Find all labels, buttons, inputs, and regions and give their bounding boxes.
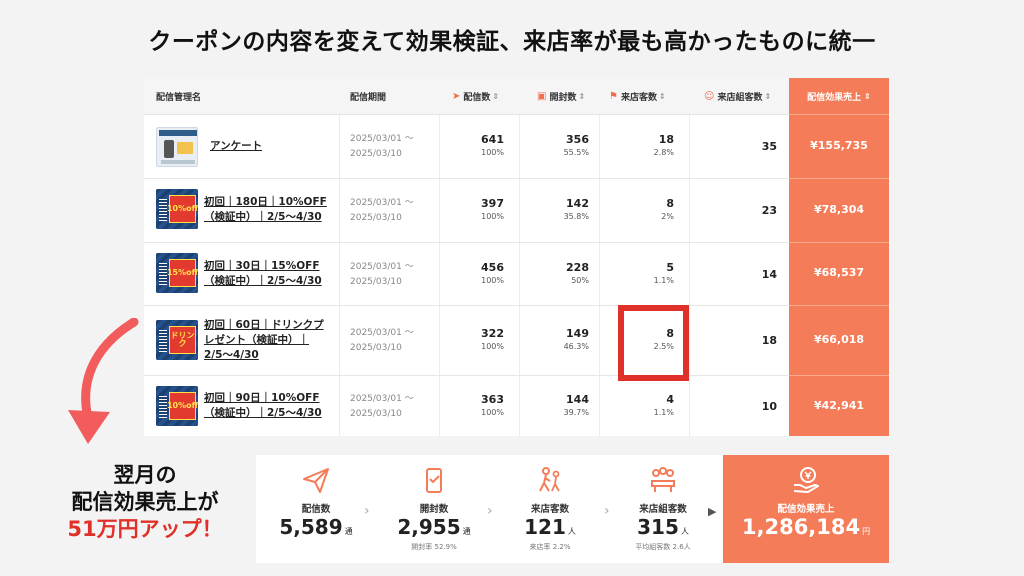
summary-sales: 配信効果売上 1,286,184 円: [723, 455, 889, 563]
chevron-right-icon: ›: [364, 503, 370, 519]
coupon-name-link[interactable]: 初回｜30日｜15%OFF （検証中）｜2/5〜4/30: [204, 259, 322, 289]
period: 2025/03/01 〜 2025/03/10: [350, 394, 414, 419]
header-visitors[interactable]: ⚑ 来店客数 ⇕: [609, 78, 666, 114]
phone-open-icon: [426, 468, 442, 493]
summary-visitors: 来店客数 121 人 来店率 2.2%: [492, 455, 608, 563]
sales-cell: ¥66,018: [813, 333, 865, 346]
delivered-cell: 322 100%: [481, 327, 504, 351]
table-row[interactable]: 10%off 初回｜90日｜10%OFF （検証中）｜2/5〜4/30 2025/…: [144, 375, 889, 436]
coupon-thumbnail: 10%off: [156, 189, 198, 229]
delivered-cell: 641 100%: [481, 133, 504, 157]
headline: クーポンの内容を変えて効果検証、来店率が最も高かったものに統一: [148, 29, 876, 55]
sort-icon: ⇕: [764, 91, 772, 101]
visitors-cell: 4 1.1%: [653, 393, 674, 417]
header-name[interactable]: 配信管理名: [156, 78, 201, 114]
summary-delivered: 配信数 5,589 通: [256, 455, 376, 563]
group-icon: ☺: [704, 90, 715, 102]
walking-icon: ⚑: [609, 90, 618, 102]
table-row[interactable]: アンケート 2025/03/01 〜 2025/03/10 641 100% 356…: [144, 114, 889, 178]
send-icon: [303, 468, 329, 493]
coupon-thumbnail: ドリンク: [156, 320, 198, 360]
summary-groups: 来店組客数 315 人 平均組客数 2.6人: [608, 455, 718, 563]
groups-cell: 10: [761, 400, 777, 413]
period: 2025/03/01 〜 2025/03/10: [350, 328, 414, 353]
table-row[interactable]: 10%off 初回｜180日｜10%OFF （検証中）｜2/5〜4/30 2025…: [144, 178, 889, 242]
summary-opened: 開封数 2,955 通 開封率 52.9%: [376, 455, 492, 563]
groups-cell: 14: [761, 268, 777, 281]
delivered-cell: 456 100%: [481, 261, 504, 285]
walking-people-icon: [539, 467, 560, 492]
visitors-cell: 8 2%: [661, 197, 674, 221]
sales-cell: ¥68,537: [813, 266, 865, 279]
coupon-name-link[interactable]: 初回｜60日｜ドリンクプ レゼント（検証中）｜ 2/5〜4/30: [204, 318, 324, 363]
opened-cell: 142 35.8%: [563, 197, 589, 221]
sort-icon: ⇕: [578, 91, 586, 101]
period: 2025/03/01 〜 2025/03/10: [350, 134, 414, 159]
curved-arrow-icon: [68, 318, 139, 444]
send-icon: ➤: [452, 90, 461, 102]
sort-icon: ⇕: [492, 91, 500, 101]
header-period[interactable]: 配信期間: [350, 78, 386, 114]
coupon-name-link[interactable]: アンケート: [210, 139, 262, 154]
highlight-box: [618, 305, 689, 381]
opened-cell: 356 55.5%: [563, 133, 589, 157]
open-icon: ▣: [537, 90, 547, 102]
header-opened[interactable]: ▣ 開封数 ⇕: [537, 78, 585, 114]
result-callout: 翌月の 配信効果売上が 51万円アップ！: [67, 463, 223, 541]
coupon-name-link[interactable]: 初回｜180日｜10%OFF （検証中）｜2/5〜4/30: [204, 195, 327, 225]
triangle-right-icon: ▶: [708, 505, 717, 518]
summary-panel: 配信数 5,589 通 › 開封数 2,955 通 開封率 52.9% › 来店客数…: [256, 455, 889, 563]
header-groups[interactable]: ☺ 来店組客数 ⇕: [704, 78, 771, 114]
coupon-thumbnail: 15%off: [156, 253, 198, 293]
sales-cell: ¥78,304: [813, 203, 865, 216]
period: 2025/03/01 〜 2025/03/10: [350, 198, 414, 223]
sales-cell: ¥42,941: [813, 399, 865, 412]
period: 2025/03/01 〜 2025/03/10: [350, 262, 414, 287]
sort-icon: ⇕: [658, 91, 666, 101]
table-row[interactable]: 15%off 初回｜30日｜15%OFF （検証中）｜2/5〜4/30 2025/…: [144, 242, 889, 305]
groups-cell: 23: [761, 204, 777, 217]
table-header: 配信管理名 配信期間 ➤ 配信数 ⇕ ▣ 開封数 ⇕ ⚑ 来店客数 ⇕ ☺ 来店組客数 ⇕: [144, 78, 889, 114]
coupon-performance-table: 配信管理名 配信期間 ➤ 配信数 ⇕ ▣ 開封数 ⇕ ⚑ 来店客数 ⇕ ☺ 来店組客数 ⇕ アン…: [144, 78, 889, 436]
groups-cell: 35: [761, 140, 777, 153]
delivered-cell: 397 100%: [481, 197, 504, 221]
opened-cell: 228 50%: [566, 261, 589, 285]
delivered-cell: 363 100%: [481, 393, 504, 417]
sales-cell: ¥155,735: [810, 139, 868, 152]
coupon-thumbnail: 10%off: [156, 386, 198, 426]
coupon-name-link[interactable]: 初回｜90日｜10%OFF （検証中）｜2/5〜4/30: [204, 391, 322, 421]
header-delivered[interactable]: ➤ 配信数 ⇕: [452, 78, 499, 114]
sales-column: 配信効果売上 ⇕ ¥155,735 ¥78,304 ¥68,537 ¥66,018…: [789, 78, 889, 436]
visitors-cell: 18 2.8%: [653, 133, 674, 157]
table-row[interactable]: ドリンク 初回｜60日｜ドリンクプ レゼント（検証中）｜ 2/5〜4/30 2025…: [144, 305, 889, 375]
yen-hand-icon: [793, 467, 819, 493]
visitors-cell: 5 1.1%: [653, 261, 674, 285]
opened-cell: 149 46.3%: [563, 327, 589, 351]
groups-cell: 18: [761, 334, 777, 347]
group-table-icon: [651, 467, 675, 492]
survey-thumbnail: [156, 127, 198, 167]
opened-cell: 144 39.7%: [563, 393, 589, 417]
header-sales[interactable]: 配信効果売上 ⇕: [789, 78, 889, 114]
